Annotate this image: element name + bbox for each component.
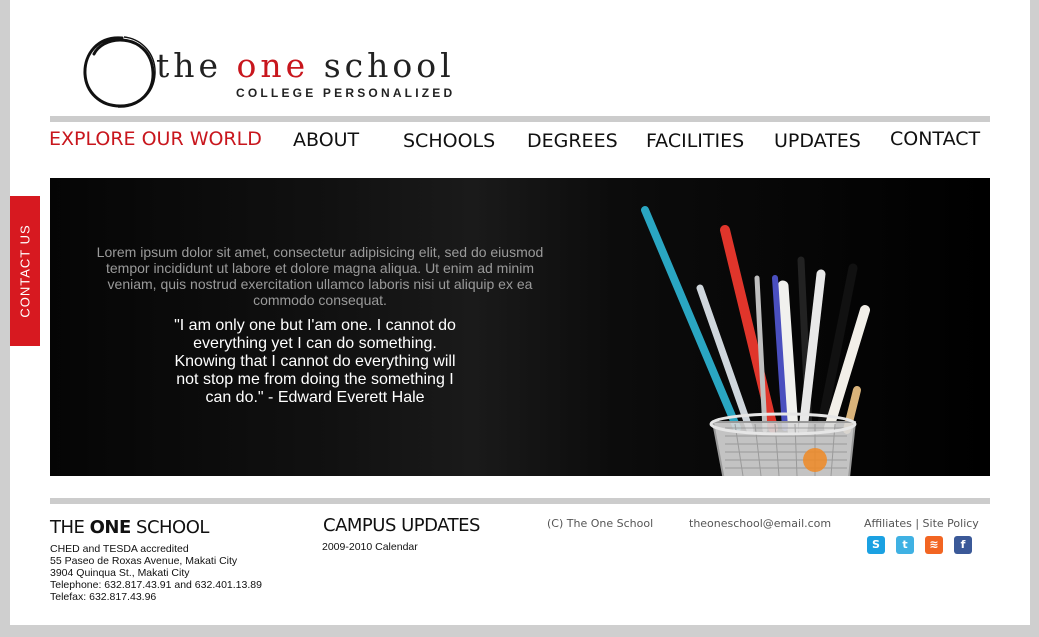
logo-title-accent: one <box>236 46 310 85</box>
nav-schools[interactable]: SCHOOLS <box>403 130 495 152</box>
logo-title-pre: the <box>156 46 237 85</box>
hero-quote: "I am only one but I'am one. I cannot do… <box>174 317 456 406</box>
pencil-cup-image <box>641 206 870 476</box>
footer-school-title-pre: THE <box>50 517 90 538</box>
email-link[interactable]: theoneschool@email.com <box>689 517 831 530</box>
facebook-icon[interactable]: f <box>954 536 972 554</box>
footer-divider <box>50 498 990 504</box>
page: the one school COLLEGE PERSONALIZED EXPL… <box>10 0 1030 625</box>
site-policy-link[interactable]: Site Policy <box>923 517 979 530</box>
logo-title[interactable]: the one school <box>156 46 455 86</box>
twitter-icon[interactable]: t <box>896 536 914 554</box>
campus-calendar-link[interactable]: 2009-2010 Calendar <box>322 541 418 553</box>
hero-intro-text: Lorem ipsum dolor sit amet, consectetur … <box>96 244 544 308</box>
contact-us-tab[interactable]: CONTACT US <box>10 196 40 346</box>
footer-address-2: 3904 Quinqua St., Makati City <box>50 567 190 579</box>
footer-address-1: 55 Paseo de Roxas Avenue, Makati City <box>50 555 238 567</box>
nav-about[interactable]: ABOUT <box>293 129 359 151</box>
footer-accreditation: CHED and TESDA accredited <box>50 543 189 555</box>
footer-telefax: Telefax: 632.817.43.96 <box>50 591 157 603</box>
rss-icon[interactable]: ≋ <box>925 536 943 554</box>
nav-facilities[interactable]: FACILITIES <box>646 130 744 152</box>
nav-degrees[interactable]: DEGREES <box>527 130 618 152</box>
top-divider <box>50 116 990 122</box>
logo-subtitle: COLLEGE PERSONALIZED <box>236 86 456 100</box>
skype-icon[interactable]: S <box>867 536 885 554</box>
footer-school-info: CHED and TESDA accredited 55 Paseo de Ro… <box>50 543 262 603</box>
footer-school-title: THE ONE SCHOOL <box>50 517 209 538</box>
footer-school-title-post: SCHOOL <box>130 517 209 538</box>
nav-explore-our-world[interactable]: EXPLORE OUR WORLD <box>49 128 262 150</box>
footer-telephone: Telephone: 632.817.43.91 and 632.401.13.… <box>50 579 262 591</box>
hero-banner: Lorem ipsum dolor sit amet, consectetur … <box>50 178 990 476</box>
nav-updates[interactable]: UPDATES <box>774 130 861 152</box>
nav-contact[interactable]: CONTACT <box>890 128 980 150</box>
contact-us-tab-label: CONTACT US <box>17 224 33 318</box>
logo-circle-icon <box>83 36 156 108</box>
footer-link-separator: | <box>915 517 920 530</box>
affiliates-link[interactable]: Affiliates <box>864 517 912 530</box>
footer-school-title-bold: ONE <box>89 517 132 538</box>
campus-updates-title: CAMPUS UPDATES <box>323 515 480 536</box>
footer-links: Affiliates | Site Policy <box>864 517 979 530</box>
copyright-text: (C) The One School <box>547 517 654 530</box>
logo-title-post: school <box>309 46 455 85</box>
